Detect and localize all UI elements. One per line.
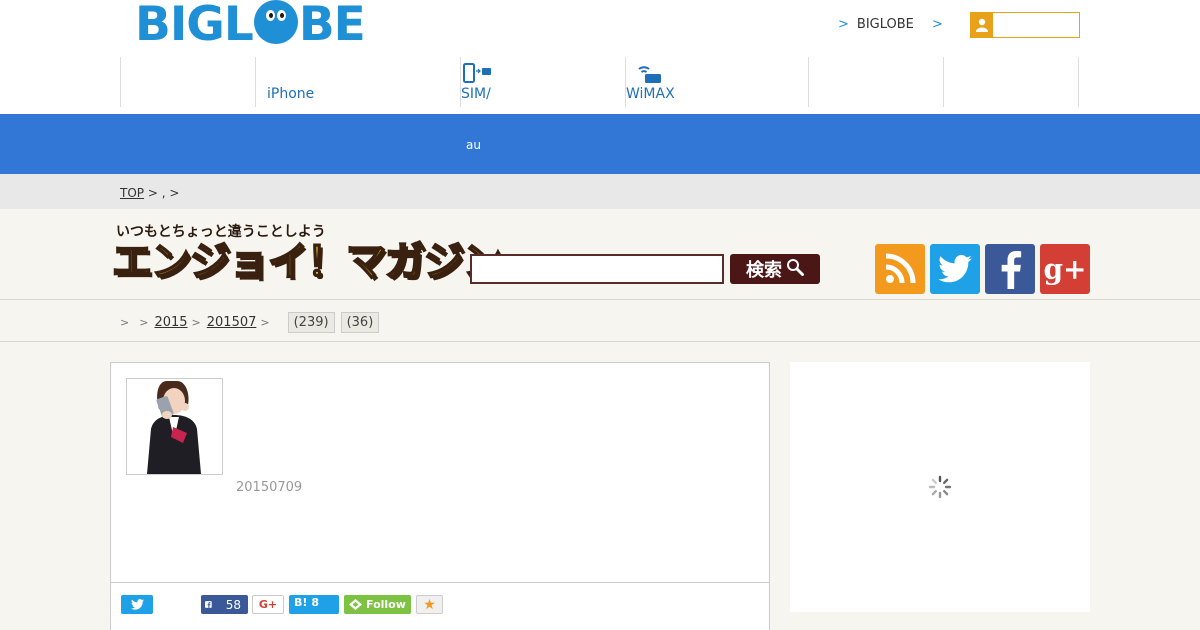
tweet-button[interactable]	[121, 595, 153, 614]
facebook-icon[interactable]	[985, 244, 1035, 294]
user-icon	[971, 13, 993, 37]
nav-item-iphone[interactable]: iPhone	[255, 57, 460, 107]
banner-au-link[interactable]: au	[466, 138, 481, 152]
twitter-icon	[130, 599, 144, 610]
hatena-bookmark-button[interactable]: B! 8	[289, 595, 339, 614]
chevron-right-icon: >	[838, 17, 849, 32]
logo-text-left: BIGL	[135, 0, 254, 52]
biglobe-logo[interactable]: BIGL BE	[135, 0, 366, 52]
article-thumbnail[interactable]	[126, 378, 223, 475]
logo-mascot-icon	[253, 0, 298, 44]
breadcrumb: TOP > , >	[0, 174, 1200, 209]
toplink-secondary[interactable]: >	[932, 17, 951, 32]
search-icon	[786, 258, 804, 281]
facebook-icon	[205, 601, 212, 608]
sim-phone-icon	[463, 63, 493, 87]
toplink-biglobe[interactable]: > BIGLOBE	[838, 17, 914, 32]
twitter-icon[interactable]	[930, 244, 980, 294]
star-icon: ★	[423, 596, 436, 613]
breadcrumb-top[interactable]: TOP	[120, 186, 144, 200]
feedly-follow-button[interactable]: Follow	[344, 595, 411, 614]
search-button[interactable]: 検索	[730, 254, 820, 284]
magazine-title[interactable]: エンジョイ！マガジン	[111, 238, 504, 286]
chevron-right-icon: >	[932, 17, 943, 32]
tag-count-1[interactable]: (239)	[287, 312, 335, 333]
nav-item-5[interactable]	[808, 57, 943, 107]
facebook-share-button[interactable]: 58	[201, 595, 248, 614]
rss-icon[interactable]	[875, 244, 925, 294]
chevron-right-icon: >	[139, 316, 149, 329]
hatena-icon: B!	[294, 596, 308, 609]
chevron-right-icon: >	[260, 316, 270, 329]
google-plus-share-button[interactable]: G+	[252, 595, 284, 614]
nav-item-sim[interactable]: SIM/	[460, 57, 625, 107]
facebook-share-count: 58	[223, 597, 243, 612]
chevron-right-icon: >	[120, 316, 130, 329]
carrier-banner: au	[0, 114, 1200, 174]
loading-spinner-icon	[928, 475, 952, 503]
category-breadcrumb: > > 2015 > 201507 > (239) (36)	[0, 299, 1200, 342]
article-card: 20150709 58 G+ B! 8 Follow ★	[110, 362, 770, 630]
tag-count-2[interactable]: (36)	[340, 312, 380, 333]
logo-text-right: BE	[298, 0, 366, 52]
nav-item-1[interactable]	[120, 57, 255, 107]
month-link[interactable]: 201507	[207, 315, 257, 330]
login-field[interactable]	[970, 12, 1080, 38]
main-nav: iPhone SIM/ WiMAX	[120, 57, 1080, 107]
feedly-icon	[349, 599, 362, 610]
share-bar: 58 G+ B! 8 Follow ★	[111, 582, 769, 630]
article-date: 20150709	[236, 480, 303, 495]
site-header: BIGL BE > BIGLOBE > iPhone SIM/ WiMAX	[0, 0, 1200, 114]
hatena-count: 8	[311, 596, 320, 609]
search-input[interactable]	[470, 254, 724, 284]
sidebar-ad	[790, 362, 1090, 612]
google-plus-icon[interactable]: g+	[1040, 244, 1090, 294]
star-button[interactable]: ★	[416, 595, 443, 614]
breadcrumb-current[interactable]: ,	[162, 186, 166, 200]
nav-item-6[interactable]	[943, 57, 1079, 107]
year-link[interactable]: 2015	[154, 315, 187, 330]
nav-item-wimax[interactable]: WiMAX	[625, 57, 808, 107]
chevron-right-icon: >	[191, 316, 201, 329]
